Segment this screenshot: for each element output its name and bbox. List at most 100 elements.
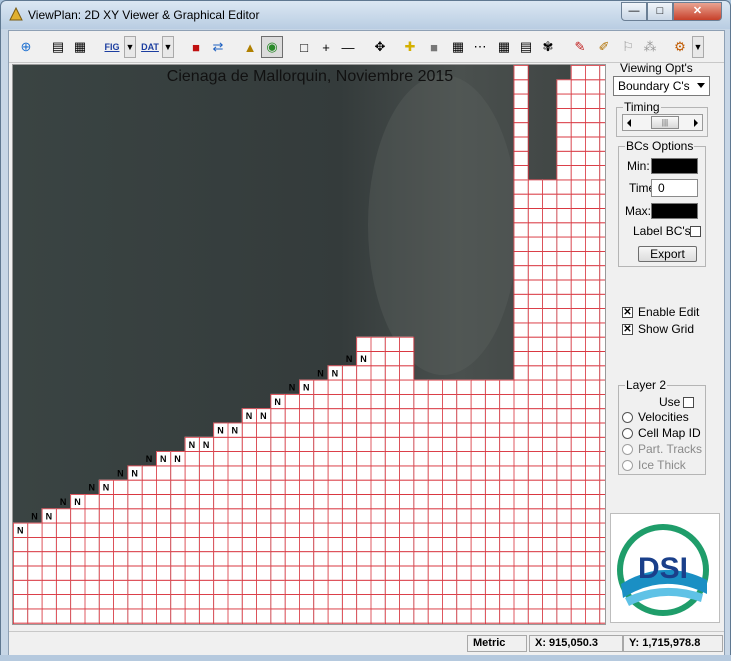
chevron-down-icon	[697, 83, 705, 88]
grid-cell[interactable]	[41, 622, 57, 625]
viewing-select[interactable]: Boundary C's	[613, 76, 710, 96]
grid-cell[interactable]	[270, 622, 286, 625]
grid-cell[interactable]	[299, 622, 315, 625]
grid-cell[interactable]	[499, 622, 515, 625]
grid-cell[interactable]	[470, 622, 486, 625]
settings-dropdown-icon[interactable]: ▼	[692, 36, 704, 58]
grid-cell[interactable]	[556, 622, 572, 625]
warning-icon[interactable]: ▲	[239, 36, 261, 58]
cell-fill-icon[interactable]: ■	[423, 36, 445, 58]
earth-icon[interactable]: ◉	[261, 36, 283, 58]
fig-export-icon[interactable]: FIG	[101, 36, 123, 58]
velocities-radio[interactable]	[622, 412, 633, 423]
enable-edit-checkbox[interactable]: ✕	[622, 307, 633, 318]
min-color-swatch[interactable]	[651, 158, 698, 174]
grid-cell[interactable]	[327, 622, 343, 625]
grid-cell[interactable]	[170, 622, 186, 625]
use-checkbox[interactable]	[683, 397, 694, 408]
grid-cell[interactable]	[156, 622, 172, 625]
grid-cell[interactable]	[599, 622, 606, 625]
copy-icon[interactable]: ▦	[69, 36, 91, 58]
grid-cell[interactable]	[98, 622, 115, 625]
crosshair-icon[interactable]: +	[315, 36, 337, 58]
add-cell-icon[interactable]: ✚	[399, 36, 421, 58]
title-bar[interactable]: ViewPlan: 2D XY Viewer & Graphical Edito…	[1, 1, 730, 29]
grid-cell[interactable]	[241, 622, 258, 625]
grid-cell[interactable]	[484, 622, 501, 625]
grid-cell[interactable]	[570, 622, 586, 625]
zoom-box-icon[interactable]: □	[293, 36, 315, 58]
dat-dropdown-icon[interactable]: ▼	[162, 36, 174, 58]
grid-cell[interactable]	[341, 622, 358, 625]
grid-land-column	[484, 379, 500, 624]
grid-cell[interactable]	[127, 622, 143, 625]
brush-icon[interactable]: ✐	[593, 36, 615, 58]
grid-cell[interactable]	[399, 622, 415, 625]
grid-cell[interactable]	[198, 622, 215, 625]
max-color-swatch[interactable]	[651, 203, 698, 219]
grid-cell[interactable]	[413, 622, 429, 625]
pencil-icon[interactable]: ✎	[569, 36, 591, 58]
fig-dropdown-icon[interactable]: ▼	[124, 36, 136, 58]
node-edit-icon[interactable]: ✾	[537, 36, 559, 58]
particle-icon[interactable]: ⁂	[639, 36, 661, 58]
grid-cell[interactable]	[13, 622, 29, 625]
show-grid-checkbox[interactable]: ✕	[622, 324, 633, 335]
grid-cell[interactable]	[513, 622, 529, 625]
ice-thick-radio[interactable]	[622, 460, 633, 471]
swap-icon[interactable]: ⇄	[207, 36, 229, 58]
grid-cell[interactable]	[427, 622, 443, 625]
grid-edit-icon[interactable]: ▦	[493, 36, 515, 58]
grid-cell[interactable]	[356, 622, 372, 625]
map-canvas[interactable]: NNNNNNNNNNNNNNNNNNNNNNNNN Cienaga de Mal…	[12, 64, 606, 625]
grid-cell[interactable]	[284, 622, 300, 625]
grid-cell[interactable]	[370, 622, 386, 625]
grid-cell[interactable]	[527, 622, 543, 625]
pan-icon[interactable]: ✥	[369, 36, 391, 58]
grid-land-column	[542, 179, 557, 624]
grid-cell[interactable]	[113, 622, 129, 625]
grid-cell[interactable]	[141, 622, 157, 625]
grid-cell[interactable]	[585, 622, 601, 625]
export-button[interactable]: Export	[638, 246, 697, 262]
use-label: Use	[659, 395, 681, 409]
grid-cell[interactable]	[542, 622, 558, 625]
cell-map-id-radio[interactable]	[622, 428, 633, 439]
dotted-select-icon[interactable]: ⋯	[469, 36, 491, 58]
slider-left-icon[interactable]	[627, 119, 631, 127]
grid-cell[interactable]	[56, 622, 72, 625]
grid-cell[interactable]	[313, 622, 329, 625]
timing-slider[interactable]: |||	[622, 114, 703, 131]
line-icon[interactable]: —	[337, 36, 359, 58]
save-icon[interactable]: ■	[185, 36, 207, 58]
grid-cell[interactable]	[27, 622, 43, 625]
grid-map[interactable]: NN NN NN NN NN N NN NN NN NNN NN NN N	[13, 65, 606, 625]
grid-cell[interactable]	[384, 622, 400, 625]
grid-cell[interactable]	[84, 622, 100, 625]
grid-cell[interactable]	[213, 622, 229, 625]
grid-cell[interactable]	[456, 622, 472, 625]
slider-thumb[interactable]: |||	[651, 116, 679, 129]
maximize-button[interactable]: □	[647, 2, 673, 21]
label-bcs-checkbox[interactable]	[690, 226, 701, 237]
grid-land-column	[13, 522, 28, 624]
flag-icon[interactable]: ⚐	[617, 36, 639, 58]
grid-cell[interactable]	[70, 622, 86, 625]
close-button[interactable]: ✕	[673, 2, 722, 21]
slider-right-icon[interactable]	[694, 119, 698, 127]
grid-cell[interactable]	[184, 622, 200, 625]
grid-select-icon[interactable]: ▦	[447, 36, 469, 58]
dat-export-icon[interactable]: DAT	[139, 36, 161, 58]
haze-patch	[368, 75, 518, 375]
minimize-button[interactable]: —	[621, 2, 647, 21]
time-field[interactable]: 0	[651, 179, 698, 197]
globe-refresh-icon[interactable]: ⊕	[15, 36, 37, 58]
grid-cell[interactable]	[442, 622, 458, 625]
grid-cell[interactable]	[227, 622, 243, 625]
settings-icon[interactable]: ⚙	[669, 36, 691, 58]
grid-cell[interactable]	[256, 622, 272, 625]
layer2-group: Layer 2 Use Velocities Cell Map ID Part.…	[618, 378, 706, 475]
table-icon[interactable]: ▤	[515, 36, 537, 58]
print-icon[interactable]: ▤	[47, 36, 69, 58]
part-tracks-radio[interactable]	[622, 444, 633, 455]
